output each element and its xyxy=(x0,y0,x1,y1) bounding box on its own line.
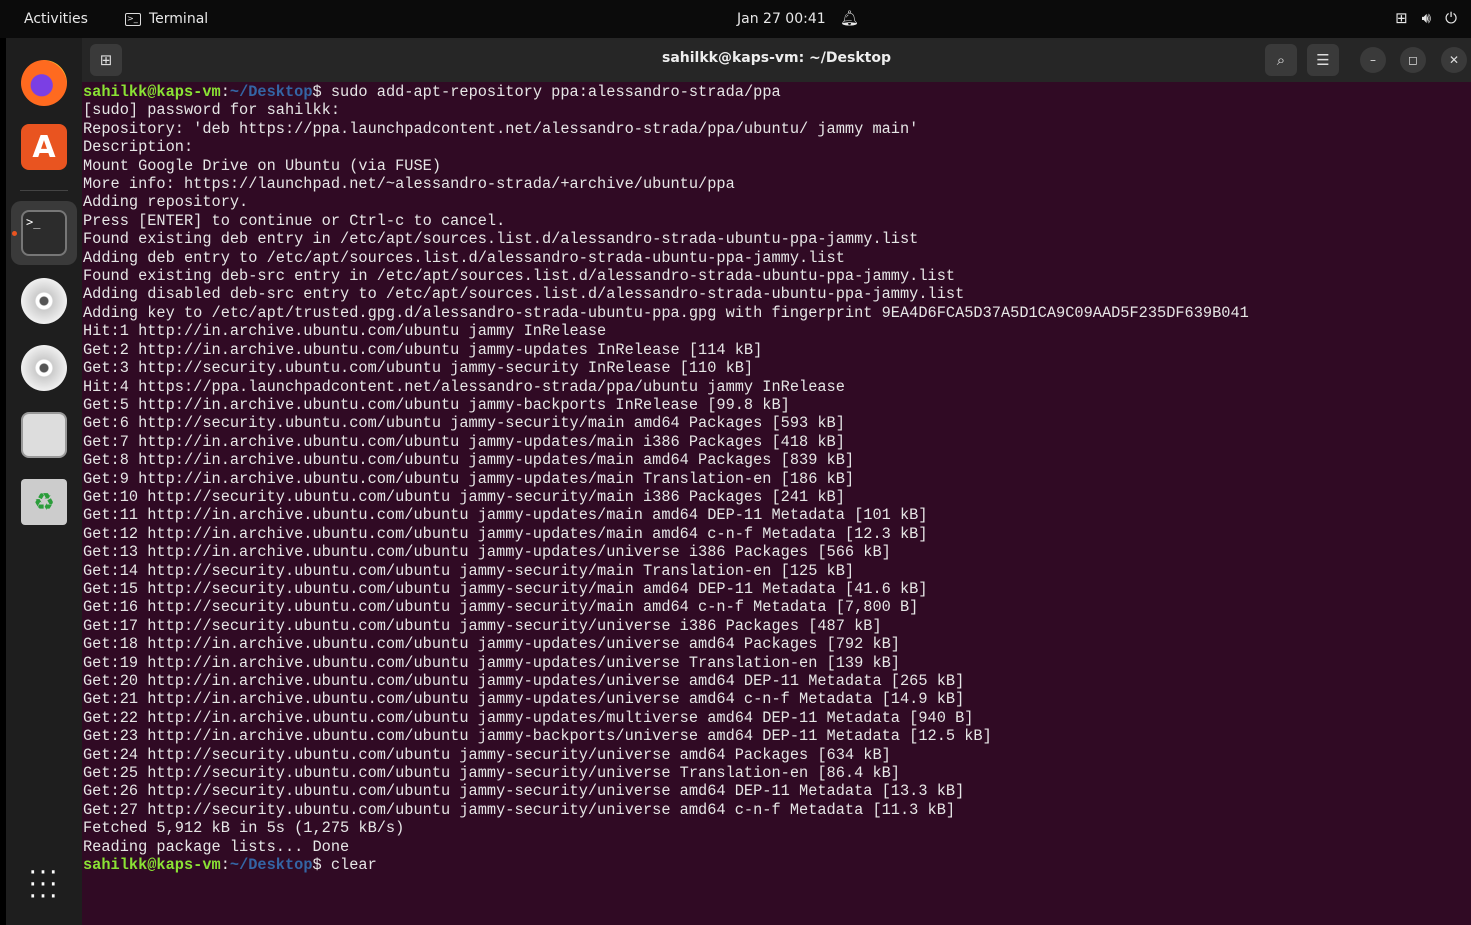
prompt-path: ~/Desktop xyxy=(229,856,313,875)
terminal-output[interactable]: sahilkk@kaps-vm:~/Desktop$ sudo add-apt-… xyxy=(83,83,1249,874)
command-text: sudo add-apt-repository ppa:alessandro-s… xyxy=(330,83,781,101)
dock-separator xyxy=(20,190,68,191)
bell-icon[interactable]: 🔔︎ xyxy=(840,9,859,27)
close-button[interactable]: ✕ xyxy=(1441,47,1467,73)
output-line: Hit:1 http://in.archive.ubuntu.com/ubunt… xyxy=(83,322,607,341)
app-name: Terminal xyxy=(149,11,209,27)
maximize-button[interactable]: ◻ xyxy=(1400,47,1426,73)
prompt-path: ~/Desktop xyxy=(229,83,313,101)
close-icon: ✕ xyxy=(1448,53,1460,67)
search-icon: ⌕ xyxy=(1276,51,1286,69)
search-button[interactable]: ⌕ xyxy=(1265,44,1297,76)
output-line: Adding key to /etc/apt/trusted.gpg.d/ale… xyxy=(83,303,1249,322)
output-line: Get:14 http://security.ubuntu.com/ubuntu… xyxy=(83,561,855,580)
menu-button[interactable]: ☰ xyxy=(1307,44,1339,76)
output-line: Get:12 http://in.archive.ubuntu.com/ubun… xyxy=(83,524,928,543)
app-menu[interactable]: >_ Terminal xyxy=(125,11,208,27)
prompt-line: sahilkk@kaps-vm:~/Desktop$ sudo add-apt-… xyxy=(83,83,1249,101)
output-line: [sudo] password for sahilkk: xyxy=(83,101,341,120)
output-line: Get:15 http://security.ubuntu.com/ubuntu… xyxy=(83,579,928,598)
output-line: Get:8 http://in.archive.ubuntu.com/ubunt… xyxy=(83,451,855,470)
terminal-window: ⊞ sahilkk@kaps-vm: ~/Desktop ⌕ ☰ – ◻ ✕ s… xyxy=(82,38,1471,925)
output-line: Get:22 http://in.archive.ubuntu.com/ubun… xyxy=(83,708,974,727)
output-line: Press [ENTER] to continue or Ctrl-c to c… xyxy=(83,211,506,230)
command-text: clear xyxy=(330,856,377,875)
output-line: Get:23 http://in.archive.ubuntu.com/ubun… xyxy=(83,727,992,746)
output-line: Get:27 http://security.ubuntu.com/ubuntu… xyxy=(83,800,956,819)
output-line: Reading package lists... Done xyxy=(83,837,350,856)
output-line: More info: https://launchpad.net/~alessa… xyxy=(83,175,735,194)
output-line: Get:20 http://in.archive.ubuntu.com/ubun… xyxy=(83,672,965,690)
output-line: Get:19 http://in.archive.ubuntu.com/ubun… xyxy=(83,653,900,672)
output-line: Get:25 http://security.ubuntu.com/ubuntu… xyxy=(83,764,900,783)
prompt-user-host: sahilkk@kaps-vm xyxy=(83,83,221,101)
cd-drive-icon[interactable] xyxy=(21,278,67,324)
output-line: Found existing deb-src entry in /etc/apt… xyxy=(83,267,956,286)
output-line: Get:16 http://security.ubuntu.com/ubuntu… xyxy=(83,598,919,617)
show-apps-icon[interactable]: ··· ··· ··· xyxy=(21,860,67,910)
terminal-icon[interactable]: >_ xyxy=(21,210,67,256)
output-line: Get:21 http://in.archive.ubuntu.com/ubun… xyxy=(83,690,965,709)
output-line: Get:7 http://in.archive.ubuntu.com/ubunt… xyxy=(83,432,845,451)
output-line: Get:6 http://security.ubuntu.com/ubuntu … xyxy=(83,414,845,433)
output-line: Description: xyxy=(83,138,194,157)
output-line: Get:2 http://in.archive.ubuntu.com/ubunt… xyxy=(83,340,763,359)
firefox-icon[interactable] xyxy=(21,60,67,106)
output-line: Adding deb entry to /etc/apt/sources.lis… xyxy=(83,248,845,267)
network-icon: ⊞ xyxy=(1395,9,1408,27)
prompt-symbol: $ xyxy=(312,83,331,101)
output-line: Found existing deb entry in /etc/apt/sou… xyxy=(83,230,919,249)
output-line: Get:17 http://security.ubuntu.com/ubuntu… xyxy=(83,616,882,635)
output-line: Get:13 http://in.archive.ubuntu.com/ubun… xyxy=(83,543,891,562)
output-line: Get:18 http://in.archive.ubuntu.com/ubun… xyxy=(83,635,900,654)
cd-drive-icon[interactable] xyxy=(21,345,67,391)
output-line: Mount Google Drive on Ubuntu (via FUSE) xyxy=(83,156,442,175)
prompt-user-host: sahilkk@kaps-vm xyxy=(83,856,221,875)
title-bar: ⊞ sahilkk@kaps-vm: ~/Desktop ⌕ ☰ – ◻ ✕ xyxy=(82,38,1471,82)
app-center-icon[interactable]: A xyxy=(21,124,67,170)
output-line: Hit:4 https://ppa.launchpadcontent.net/a… xyxy=(83,377,845,396)
output-line: Get:24 http://security.ubuntu.com/ubuntu… xyxy=(83,745,891,764)
top-bar: Activities >_ Terminal Jan 27 00:41 🔔︎ ⊞… xyxy=(0,0,1471,38)
prompt-line: sahilkk@kaps-vm:~/Desktop$ clear xyxy=(83,856,1249,874)
running-indicator xyxy=(12,231,17,236)
output-line: Adding repository. xyxy=(83,193,249,212)
maximize-icon: ◻ xyxy=(1408,53,1418,67)
floppy-icon[interactable] xyxy=(21,412,67,458)
output-line: Get:3 http://security.ubuntu.com/ubuntu … xyxy=(83,359,754,378)
prompt-symbol: $ xyxy=(312,856,331,875)
output-line: Adding disabled deb-src entry to /etc/ap… xyxy=(83,285,965,304)
dock: A >_ ♻ ··· ··· ··· xyxy=(6,38,82,925)
prompt-colon: : xyxy=(220,83,230,101)
output-line: Get:11 http://in.archive.ubuntu.com/ubun… xyxy=(83,506,928,525)
minimize-button[interactable]: – xyxy=(1360,47,1386,73)
system-tray[interactable]: ⊞ 🔊︎ ⏻ xyxy=(1395,9,1457,27)
prompt-colon: : xyxy=(220,856,230,875)
output-line: Get:9 http://in.archive.ubuntu.com/ubunt… xyxy=(83,469,855,488)
trash-icon[interactable]: ♻ xyxy=(21,479,67,525)
volume-icon: 🔊︎ xyxy=(1421,9,1432,27)
window-title: sahilkk@kaps-vm: ~/Desktop xyxy=(661,50,891,66)
output-line: Fetched 5,912 kB in 5s (1,275 kB/s) xyxy=(83,819,405,838)
terminal-icon: >_ xyxy=(125,12,141,26)
clock[interactable]: Jan 27 00:41 xyxy=(737,11,826,27)
activities-button[interactable]: Activities xyxy=(24,11,88,27)
hamburger-icon: ☰ xyxy=(1316,51,1330,69)
output-line: Repository: 'deb https://ppa.launchpadco… xyxy=(83,119,919,138)
output-line: Get:5 http://in.archive.ubuntu.com/ubunt… xyxy=(83,395,790,414)
minimize-icon: – xyxy=(1370,53,1376,67)
output-line: Get:10 http://security.ubuntu.com/ubuntu… xyxy=(83,487,845,506)
output-line: Get:26 http://security.ubuntu.com/ubuntu… xyxy=(83,782,965,801)
power-icon: ⏻ xyxy=(1445,9,1457,27)
